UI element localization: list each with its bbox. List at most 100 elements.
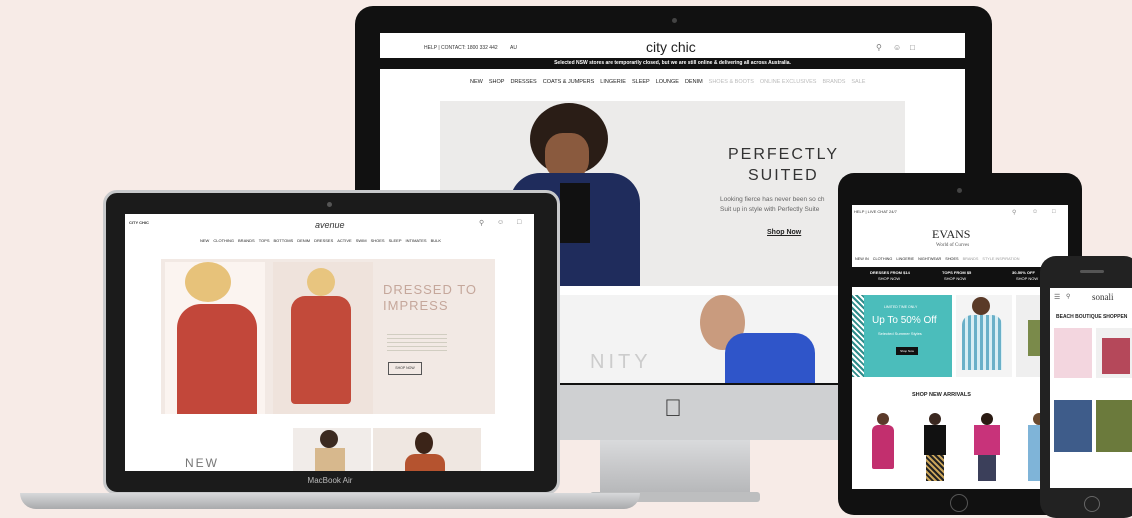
nav-item-new[interactable]: NEW xyxy=(200,238,209,243)
nav-item-bottoms[interactable]: BOTTOMS xyxy=(274,238,294,243)
model-right-hair xyxy=(307,268,335,296)
site-tagline: World of Curves xyxy=(936,243,970,248)
phone-product-3[interactable] xyxy=(1054,400,1092,452)
nav-item-new[interactable]: NEW xyxy=(470,79,483,85)
laptop-camera xyxy=(327,202,332,207)
laptop-base xyxy=(20,493,640,509)
menu-icon[interactable]: ☰ xyxy=(1054,293,1060,301)
secondary-banner-text: NITY xyxy=(590,351,652,373)
promo-1-line1[interactable]: DRESSES FROM $14 xyxy=(870,270,910,275)
hero-title-line2: SUITED xyxy=(748,167,819,184)
nav-item-brands[interactable]: BRANDS xyxy=(822,79,845,85)
product-card-2[interactable] xyxy=(914,411,958,489)
nav-item-lingerie[interactable]: LINGERIE xyxy=(896,257,914,261)
search-icon[interactable]: ⚲ xyxy=(1012,209,1016,216)
promo-1-line2[interactable]: SHOP NOW xyxy=(878,276,900,281)
laptop-model-label: MacBook Air xyxy=(307,476,353,485)
nav-item-style-inspiration[interactable]: STYLE INSPIRATION xyxy=(982,257,1019,261)
phone-speaker xyxy=(1080,270,1104,273)
nav-item-dresses[interactable]: DRESSES xyxy=(314,238,333,243)
phone-site-logo[interactable]: sonali xyxy=(1092,292,1114,302)
nav-item-denim[interactable]: DENIM xyxy=(297,238,310,243)
nav-item-new-in[interactable]: NEW IN xyxy=(855,257,869,261)
shop-now-link[interactable]: Shop Now xyxy=(767,229,801,236)
nav-item-shop[interactable]: SHOP xyxy=(489,79,505,85)
phone-product-1[interactable] xyxy=(1054,328,1092,378)
nav-item-active[interactable]: ACTIVE xyxy=(337,238,351,243)
laptop-nav: NEW CLOTHING BRANDS TOPS BOTTOMS DENIM D… xyxy=(200,238,441,243)
product-card-1[interactable] xyxy=(862,411,906,489)
promo-2-line2[interactable]: SHOP NOW xyxy=(944,276,966,281)
tablet-nav: NEW IN CLOTHING LINGERIE NIGHTWEAR SHOES… xyxy=(855,257,1019,261)
nav-item-sale[interactable]: SALE xyxy=(851,79,865,85)
promo-2-line1[interactable]: TOPS FROM $5 xyxy=(942,270,971,275)
product-tile-1-model xyxy=(320,430,338,448)
nav-item-online-exclusives[interactable]: ONLINE EXCLUSIVES xyxy=(760,79,817,85)
nav-item-swim[interactable]: SWIM xyxy=(356,238,367,243)
new-arrivals-heading: SHOP NEW ARRIVALS xyxy=(912,392,971,398)
search-icon[interactable]: ⚲ xyxy=(1066,293,1070,300)
tablet-screen: HELP | LIVE CHAT 24/7 ⚲ ☺ □ EVANS World … xyxy=(852,205,1068,489)
bag-icon[interactable]: □ xyxy=(517,219,521,226)
nav-item-clothing[interactable]: CLOTHING xyxy=(873,257,893,261)
nav-item-coats[interactable]: COATS & JUMPERS xyxy=(543,79,595,85)
search-icon[interactable]: ⚲ xyxy=(876,43,882,52)
phone-product-4[interactable] xyxy=(1096,400,1132,452)
nav-item-lounge[interactable]: LOUNGE xyxy=(656,79,679,85)
sale-kicker: LIMITED TIME ONLY xyxy=(884,305,918,309)
sale-title: Up To 50% Off xyxy=(872,315,937,326)
announcement-banner: Selected NSW stores are temporarily clos… xyxy=(554,60,791,66)
hero-title-line1: PERFECTLY xyxy=(728,146,840,163)
apple-logo-icon:  xyxy=(660,396,686,422)
bag-icon[interactable]: □ xyxy=(1052,209,1056,215)
imac-camera xyxy=(672,18,677,23)
account-icon[interactable]: ☺ xyxy=(1032,209,1038,215)
hero-body-line2: Suit up in style with Perfectly Suite xyxy=(720,206,820,213)
nav-item-shoes[interactable]: SHOES & BOOTS xyxy=(709,79,754,85)
nav-item-shoes[interactable]: SHOES xyxy=(945,257,958,261)
nav-item-denim[interactable]: DENIM xyxy=(685,79,703,85)
nav-item-bulk[interactable]: BULK xyxy=(431,238,441,243)
imac-stand xyxy=(600,440,750,495)
brand-logo-avenue[interactable]: avenue xyxy=(315,220,345,230)
brand-city-chic[interactable]: CITY CHIC xyxy=(129,220,149,225)
tablet-home-button[interactable] xyxy=(950,494,968,512)
nav-item-clothing[interactable]: CLOTHING xyxy=(213,238,234,243)
search-icon[interactable]: ⚲ xyxy=(479,219,484,227)
region-selector[interactable]: AU xyxy=(510,45,517,51)
sale-subtitle: Selected Summer Styles xyxy=(878,331,922,336)
help-chat-link[interactable]: HELP | LIVE CHAT 24/7 xyxy=(854,209,897,214)
phone-home-button[interactable] xyxy=(1084,496,1100,512)
product-card-3[interactable] xyxy=(966,411,1010,489)
promo-3-line1[interactable]: 30-50% OFF xyxy=(1012,270,1035,275)
nav-item-intimates[interactable]: INTIMATES xyxy=(406,238,427,243)
nav-item-lingerie[interactable]: LINGERIE xyxy=(600,79,626,85)
account-icon[interactable]: ☺ xyxy=(497,219,504,226)
bag-icon[interactable]: □ xyxy=(910,43,915,52)
promo-3-line2[interactable]: SHOP NOW xyxy=(1016,276,1038,281)
nav-item-sleep[interactable]: SLEEP xyxy=(632,79,650,85)
secondary-model-top xyxy=(725,333,815,383)
help-contact-link[interactable]: HELP | CONTACT: 1800 332 442 xyxy=(424,45,498,51)
tablet-camera xyxy=(957,188,962,193)
nav-item-brands[interactable]: BRANDS xyxy=(963,257,979,261)
hero-body-text xyxy=(387,334,447,354)
phone-product-2-dress xyxy=(1102,338,1130,374)
laptop-screen: CITY CHIC avenue ⚲ ☺ □ NEW CLOTHING BRAN… xyxy=(125,214,534,471)
nav-item-shoes[interactable]: SHOES xyxy=(371,238,385,243)
nav-item-nightwear[interactable]: NIGHTWEAR xyxy=(918,257,941,261)
product-tile-1-dress xyxy=(315,448,345,471)
nav-item-sleep[interactable]: SLEEP xyxy=(389,238,402,243)
site-logo[interactable]: city chic xyxy=(646,39,696,55)
hero-title-line1: DRESSED TO xyxy=(383,282,478,297)
shop-now-button[interactable]: SHOP NOW xyxy=(388,362,422,375)
hero-body-line1: Looking fierce has never been so ch xyxy=(720,196,825,203)
nav-item-tops[interactable]: TOPS xyxy=(259,238,270,243)
sale-photo-1-dress xyxy=(962,315,1002,370)
account-icon[interactable]: ☺ xyxy=(893,43,901,52)
sale-shop-now-button[interactable]: Shop Now xyxy=(896,347,918,355)
nav-item-brands[interactable]: BRANDS xyxy=(238,238,255,243)
nav-item-dresses[interactable]: DRESSES xyxy=(510,79,536,85)
site-logo[interactable]: EVANS xyxy=(932,227,970,242)
sale-photo-1-model xyxy=(972,297,990,315)
